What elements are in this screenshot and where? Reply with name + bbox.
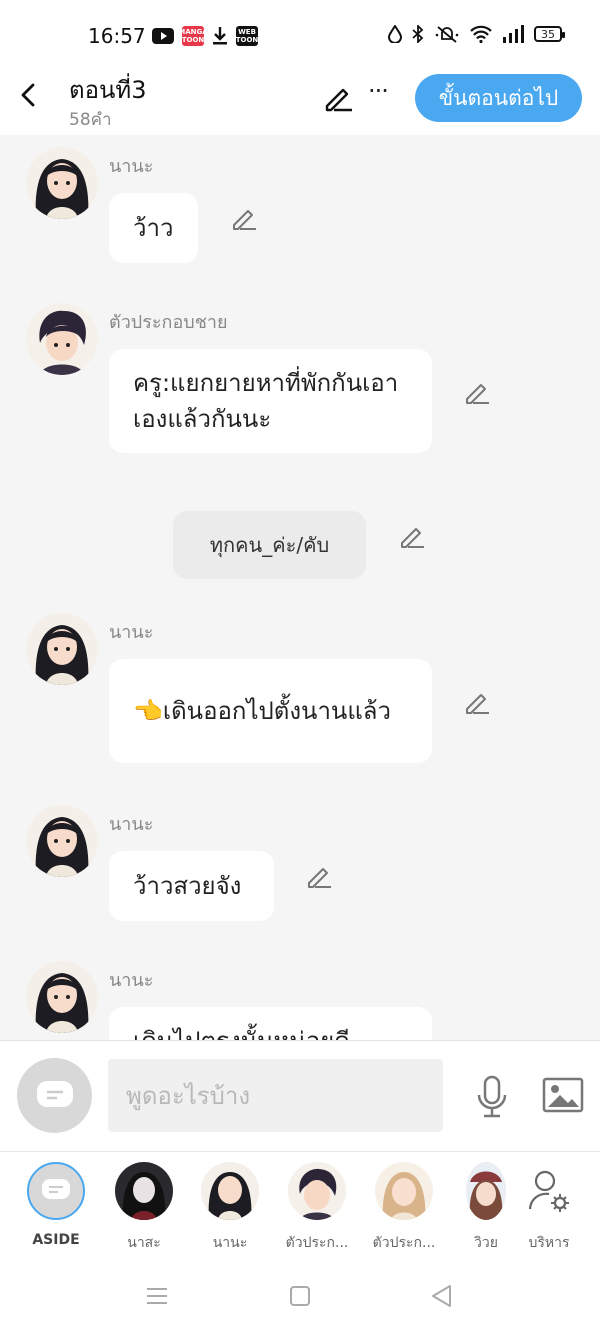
message-bubble[interactable]: ว้าว <box>109 193 198 263</box>
aside-toggle-button[interactable] <box>17 1058 92 1133</box>
image-icon[interactable] <box>542 1077 584 1113</box>
sender-name: นานะ <box>109 814 154 835</box>
sender-name: ตัวประกอบชาย <box>109 312 228 333</box>
home-icon[interactable] <box>286 1282 314 1310</box>
message-text: เดินไปตรงนั้นหน่อยดี <box>133 1023 350 1040</box>
character-name: ASIDE <box>32 1232 80 1248</box>
download-icon <box>213 27 227 45</box>
avatar <box>201 1162 259 1220</box>
character-name: บริหาร <box>528 1235 570 1251</box>
input-bar <box>0 1040 600 1151</box>
avatar[interactable] <box>26 147 98 219</box>
avatar[interactable] <box>26 303 98 375</box>
character-male-extra[interactable]: ตัวประก... <box>277 1162 357 1254</box>
character-name: นาสะ <box>127 1235 161 1251</box>
edit-message-icon[interactable] <box>305 863 333 891</box>
edit-message-icon[interactable] <box>398 523 426 551</box>
edit-title-icon[interactable] <box>322 82 354 114</box>
status-indicators: 35 <box>388 25 565 43</box>
sender-name: นานะ <box>109 970 154 991</box>
avatar[interactable] <box>26 961 98 1033</box>
character-female-extra[interactable]: ตัวประก... <box>364 1162 444 1254</box>
avatar <box>27 1162 85 1220</box>
message-bubble[interactable]: 👈เดินออกไปตั้งนานแล้ว <box>109 659 432 763</box>
wifi-icon <box>470 25 492 43</box>
drop-icon <box>388 25 402 43</box>
youtube-icon <box>152 28 174 44</box>
message-bubble[interactable]: เดินไปตรงนั้นหน่อยดี <box>109 1007 432 1040</box>
avatar[interactable] <box>26 613 98 685</box>
avatar <box>466 1162 506 1220</box>
status-time: 16:57 <box>88 24 146 48</box>
menu-icon[interactable] <box>143 1282 171 1310</box>
sender-name: นานะ <box>109 622 154 643</box>
manage-characters-button[interactable]: บริหาร <box>509 1162 589 1254</box>
message-input[interactable] <box>108 1059 443 1132</box>
character-bar: ASIDE นาสะ นานะ ตัวประก... ตัวประก... วิ… <box>0 1151 600 1260</box>
battery-icon: 35 <box>534 26 565 42</box>
system-bubble[interactable]: ทุกคน_ค่ะ/คับ <box>173 511 366 579</box>
chat-area[interactable]: นานะ ว้าว ตัวประกอบชาย ครู:แยกยายหาที่พั… <box>0 135 600 1040</box>
more-options-icon[interactable]: ··· <box>368 79 396 110</box>
microphone-icon[interactable] <box>474 1075 510 1119</box>
chat-bubble-icon <box>36 1080 73 1107</box>
bluetooth-icon <box>412 25 424 43</box>
mangatoon-icon: MANGA TOON <box>178 26 208 46</box>
character-aside[interactable]: ASIDE <box>16 1162 96 1248</box>
system-nav-bar <box>0 1260 600 1333</box>
word-count: 58คำ <box>69 110 112 130</box>
character-nasa[interactable]: นาสะ <box>104 1162 184 1254</box>
next-step-button[interactable]: ขั้นตอนต่อไป <box>415 74 582 122</box>
character-name: ตัวประก... <box>285 1235 349 1251</box>
character-name: ตัวประก... <box>372 1235 436 1251</box>
edit-message-icon[interactable] <box>230 205 258 233</box>
status-bar: 16:57 MANGA TOON WEB TOON 35 <box>0 0 600 70</box>
character-name: นานะ <box>212 1235 248 1251</box>
muted-bell-icon <box>435 26 459 43</box>
chapter-header: ตอนที่3 58คำ ··· ขั้นตอนต่อไป <box>0 70 600 135</box>
character-nana[interactable]: นานะ <box>190 1162 270 1254</box>
edit-message-icon[interactable] <box>463 689 491 717</box>
sender-name: นานะ <box>109 156 154 177</box>
message-bubble[interactable]: ครู:แยกยายหาที่พักกันเอาเองแล้วกันนะ <box>109 349 432 453</box>
message-bubble[interactable]: ว้าวสวยจัง <box>109 851 274 921</box>
status-app-icons: MANGA TOON WEB TOON <box>152 26 258 46</box>
edit-message-icon[interactable] <box>463 379 491 407</box>
page-title: ตอนที่3 <box>69 76 147 104</box>
avatar[interactable] <box>26 805 98 877</box>
signal-icon <box>503 25 524 43</box>
avatar <box>115 1162 173 1220</box>
avatar <box>288 1162 346 1220</box>
avatar <box>375 1162 433 1220</box>
chat-bubble-icon <box>42 1179 70 1199</box>
manage-characters-icon <box>520 1162 578 1220</box>
back-arrow-icon[interactable] <box>14 80 44 110</box>
back-icon[interactable] <box>428 1282 456 1310</box>
webtoon-icon: WEB TOON <box>235 26 259 46</box>
